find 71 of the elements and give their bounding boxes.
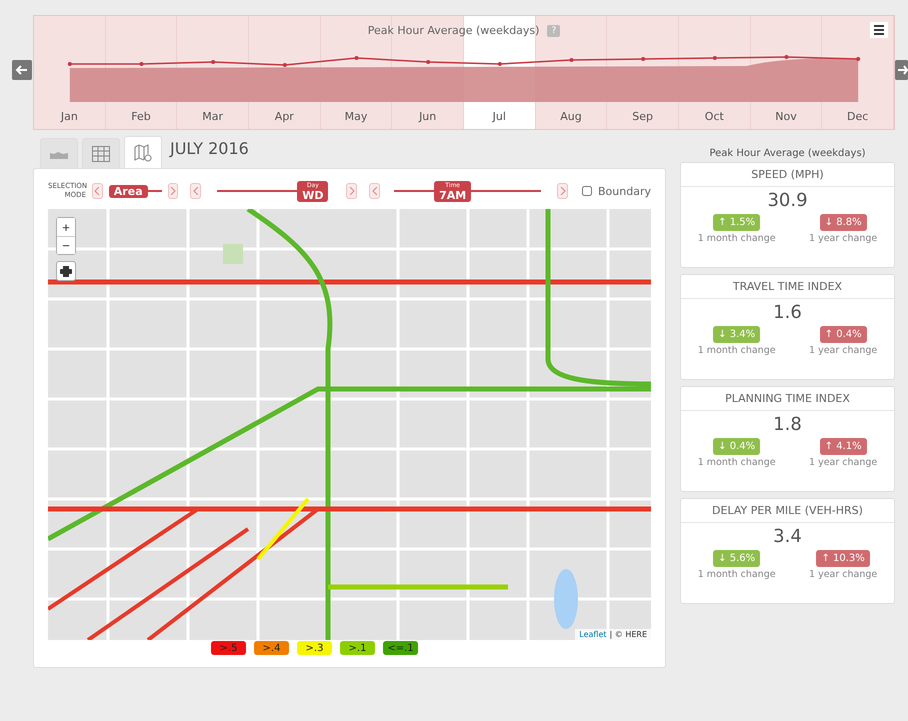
- menu-icon[interactable]: [870, 22, 888, 38]
- previous-button[interactable]: [190, 183, 202, 199]
- change-label: 1 year change: [809, 569, 878, 580]
- month-label[interactable]: Nov: [750, 104, 822, 129]
- next-button[interactable]: [168, 183, 178, 199]
- chart-title: Peak Hour Average (weekdays): [368, 24, 540, 37]
- chevron-left-icon: [94, 187, 100, 195]
- table-icon: [92, 146, 110, 162]
- attribution-text: | © HERE: [610, 630, 647, 639]
- change-label: 1 month change: [698, 345, 776, 356]
- change-label: 1 year change: [809, 345, 878, 356]
- stat-value: 1.6: [772, 302, 803, 323]
- change-badge: ↓ 8.8%: [820, 214, 867, 231]
- change-badge: ↑ 1.5%: [713, 214, 760, 231]
- left-arrow-icon[interactable]: [12, 60, 32, 80]
- boundary-checkbox[interactable]: [582, 186, 592, 196]
- next-button[interactable]: [346, 183, 358, 199]
- change-badge: ↓ 5.6%: [713, 550, 760, 567]
- stat-value: 1.8: [772, 414, 803, 435]
- leaflet-link[interactable]: Leaflet: [579, 630, 607, 639]
- change-badge: ↓ 3.4%: [713, 326, 760, 343]
- chevron-right-icon: [170, 187, 176, 195]
- month-label[interactable]: Sep: [607, 104, 679, 129]
- month-label[interactable]: Jan: [34, 104, 106, 129]
- legend-swatch: >.1: [340, 641, 375, 655]
- view-tab[interactable]: [40, 138, 78, 168]
- month-label[interactable]: May: [320, 104, 392, 129]
- change-label: 1 month change: [698, 233, 776, 244]
- previous-button[interactable]: [92, 183, 103, 199]
- right-arrow-icon[interactable]: [895, 60, 908, 80]
- stat-value: 30.9: [766, 190, 809, 211]
- change-badge: ↓ 0.4%: [713, 438, 760, 455]
- chevron-left-icon: [372, 187, 378, 195]
- month-label[interactable]: Feb: [106, 104, 178, 129]
- month-label[interactable]: Jul: [464, 104, 536, 129]
- print-button[interactable]: [56, 261, 76, 281]
- view-tab[interactable]: [124, 136, 162, 168]
- month-label[interactable]: Aug: [536, 104, 608, 129]
- change-badge: ↑ 4.1%: [820, 438, 867, 455]
- boundary-label: Boundary: [598, 184, 651, 198]
- area-slider-handle[interactable]: Area: [108, 184, 148, 198]
- stat-title: TRAVEL TIME INDEX: [681, 275, 894, 299]
- change-label: 1 year change: [809, 457, 878, 468]
- map-icon: [134, 144, 152, 162]
- period-title: JULY 2016: [170, 139, 249, 158]
- legend-swatch: >.5: [211, 641, 246, 655]
- stats-title: Peak Hour Average (weekdays): [708, 148, 867, 161]
- stat-title: DELAY PER MILE (VEH-HRS): [681, 499, 894, 523]
- change-label: 1 month change: [698, 457, 776, 468]
- change-label: 1 month change: [698, 569, 776, 580]
- legend-swatch: >.3: [297, 641, 332, 655]
- view-tab[interactable]: [82, 138, 120, 168]
- legend-swatch: <=.1: [383, 641, 418, 655]
- previous-button[interactable]: [369, 183, 380, 199]
- printer-icon: [60, 266, 72, 276]
- next-button[interactable]: [557, 183, 568, 199]
- month-label[interactable]: Oct: [678, 104, 751, 129]
- stat-title: PLANNING TIME INDEX: [681, 387, 894, 411]
- chevron-right-icon: [560, 187, 566, 195]
- change-label: 1 year change: [809, 233, 878, 244]
- chevron-left-icon: [192, 187, 199, 195]
- stat-value: 3.4: [772, 526, 803, 547]
- chevron-right-icon: [348, 187, 355, 195]
- legend-swatch: >.4: [254, 641, 289, 655]
- change-badge: ↑ 10.3%: [816, 550, 870, 567]
- month-label[interactable]: Dec: [822, 104, 894, 129]
- stat-title: SPEED (MPH): [681, 163, 894, 187]
- change-badge: ↑ 0.4%: [820, 326, 867, 343]
- month-label[interactable]: Mar: [177, 104, 249, 129]
- zoom-out-button[interactable]: −: [57, 236, 75, 254]
- month-label[interactable]: Apr: [248, 104, 321, 129]
